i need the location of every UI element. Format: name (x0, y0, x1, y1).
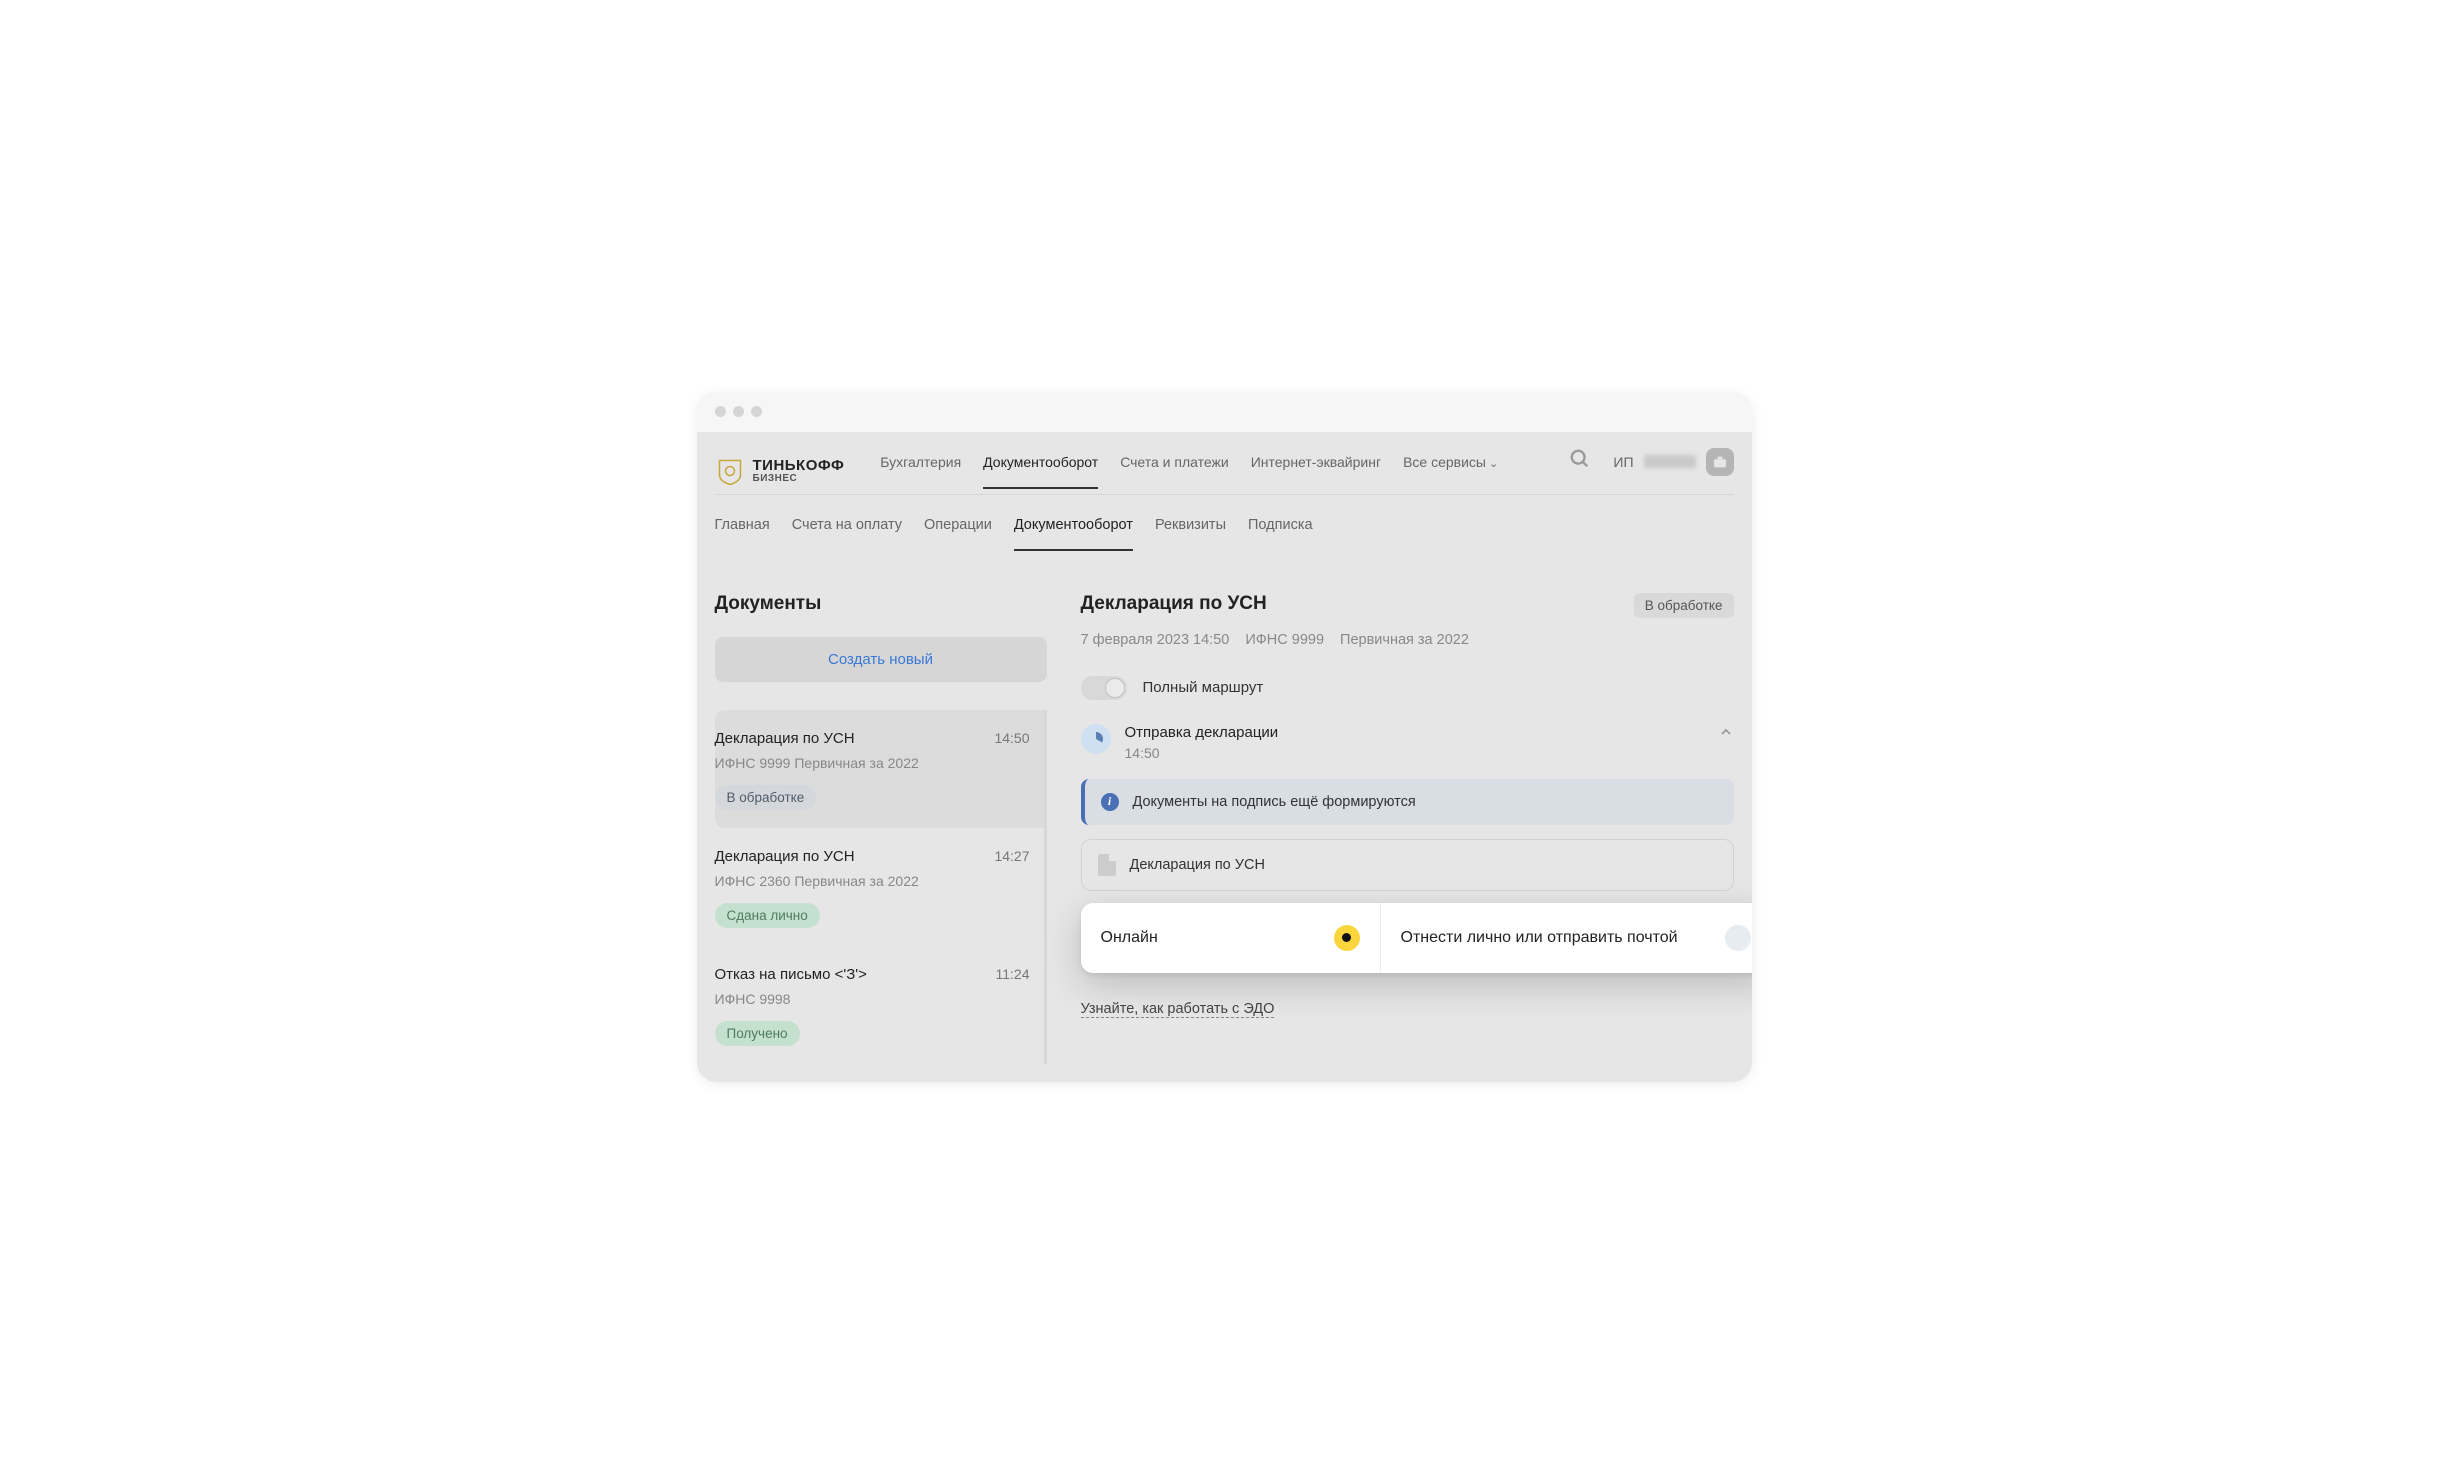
user-account[interactable]: ИП (1613, 448, 1733, 494)
subnav-item-invoices[interactable]: Счета на оплату (792, 517, 902, 551)
document-meta: ИФНС 9999 Первичная за 2022 (715, 755, 1030, 771)
detail-ifns: ИФНС 9999 (1245, 632, 1324, 648)
topnav-item-docflow[interactable]: Документооборот (983, 454, 1098, 488)
info-icon: i (1101, 793, 1119, 811)
subnav-item-requisites[interactable]: Реквизиты (1155, 517, 1226, 551)
detail-date: 7 февраля 2023 14:50 (1081, 632, 1230, 648)
info-banner: i Документы на подпись ещё формируются (1081, 779, 1734, 825)
document-time: 11:24 (996, 966, 1030, 982)
user-prefix: ИП (1613, 454, 1633, 470)
status-badge: В обработке (715, 785, 817, 810)
briefcase-icon (1706, 448, 1734, 476)
document-meta: ИФНС 9998 (715, 991, 1030, 1007)
detail-status-badge: В обработке (1634, 593, 1734, 618)
document-time: 14:27 (994, 848, 1029, 864)
chevron-up-icon[interactable] (1718, 724, 1734, 745)
traffic-light-close[interactable] (715, 406, 726, 417)
status-badge: Сдана лично (715, 903, 820, 928)
traffic-light-minimize[interactable] (733, 406, 744, 417)
document-time: 14:50 (994, 730, 1029, 746)
chevron-down-icon: ⌄ (1489, 458, 1498, 470)
delivery-option-online[interactable]: Онлайн (1081, 903, 1381, 973)
file-name: Декларация по УСН (1130, 857, 1265, 873)
subnav-item-docflow[interactable]: Документооборот (1014, 517, 1133, 551)
subnav-item-subscription[interactable]: Подписка (1248, 517, 1313, 551)
document-list: Декларация по УСН 14:50 ИФНС 9999 Первич… (715, 710, 1047, 1064)
logo-icon (715, 456, 745, 486)
info-text: Документы на подпись ещё формируются (1133, 794, 1416, 810)
topnav-item-accounting[interactable]: Бухгалтерия (880, 454, 961, 488)
full-route-toggle[interactable] (1081, 676, 1127, 700)
subnav-item-main[interactable]: Главная (715, 517, 770, 551)
delivery-method-card: Онлайн Отнести лично или отправить почто… (1081, 903, 1752, 973)
file-icon (1098, 854, 1116, 876)
sub-nav: Главная Счета на оплату Операции Докумен… (715, 495, 1734, 551)
full-route-label: Полный маршрут (1143, 679, 1264, 696)
topnav-item-all-services[interactable]: Все сервисы⌄ (1403, 454, 1498, 488)
documents-heading: Документы (715, 593, 1047, 615)
logo-text-line1: ТИНЬКОФФ (753, 458, 845, 473)
radio-selected-icon (1334, 925, 1360, 951)
radio-unselected-icon (1725, 925, 1751, 951)
topnav-item-invoices[interactable]: Счета и платежи (1120, 454, 1229, 488)
delivery-option-label: Отнести лично или отправить почтой (1401, 929, 1678, 947)
detail-period: Первичная за 2022 (1340, 632, 1469, 648)
clock-progress-icon (1081, 724, 1111, 754)
learn-edo-link[interactable]: Узнайте, как работать с ЭДО (1081, 1001, 1275, 1018)
subnav-item-operations[interactable]: Операции (924, 517, 992, 551)
create-new-button[interactable]: Создать новый (715, 637, 1047, 682)
search-icon[interactable] (1569, 448, 1591, 493)
window-titlebar (697, 392, 1752, 432)
user-name-redacted (1644, 455, 1696, 468)
attached-file-row[interactable]: Декларация по УСН (1081, 839, 1734, 891)
step-title: Отправка декларации (1125, 724, 1704, 741)
top-nav: ТИНЬКОФФ БИЗНЕС Бухгалтерия Документообо… (715, 432, 1734, 495)
detail-meta: 7 февраля 2023 14:50 ИФНС 9999 Первичная… (1081, 632, 1734, 648)
document-item[interactable]: Декларация по УСН 14:27 ИФНС 2360 Первич… (715, 828, 1044, 946)
document-item[interactable]: Декларация по УСН 14:50 ИФНС 9999 Первич… (715, 710, 1044, 828)
logo-text-line2: БИЗНЕС (753, 473, 845, 484)
document-title: Декларация по УСН (715, 730, 855, 747)
app-window: ТИНЬКОФФ БИЗНЕС Бухгалтерия Документообо… (697, 392, 1752, 1082)
traffic-light-zoom[interactable] (751, 406, 762, 417)
status-badge: Получено (715, 1021, 800, 1046)
delivery-option-label: Онлайн (1101, 929, 1158, 947)
document-meta: ИФНС 2360 Первичная за 2022 (715, 873, 1030, 889)
step-time: 14:50 (1125, 745, 1704, 761)
topnav-item-acquiring[interactable]: Интернет-эквайринг (1251, 454, 1381, 488)
delivery-option-inperson[interactable]: Отнести лично или отправить почтой (1381, 903, 1752, 973)
detail-title: Декларация по УСН (1081, 593, 1267, 615)
logo[interactable]: ТИНЬКОФФ БИЗНЕС (715, 456, 845, 486)
document-item[interactable]: Отказ на письмо <'З'> 11:24 ИФНС 9998 По… (715, 946, 1044, 1064)
document-title: Отказ на письмо <'З'> (715, 966, 867, 983)
document-title: Декларация по УСН (715, 848, 855, 865)
